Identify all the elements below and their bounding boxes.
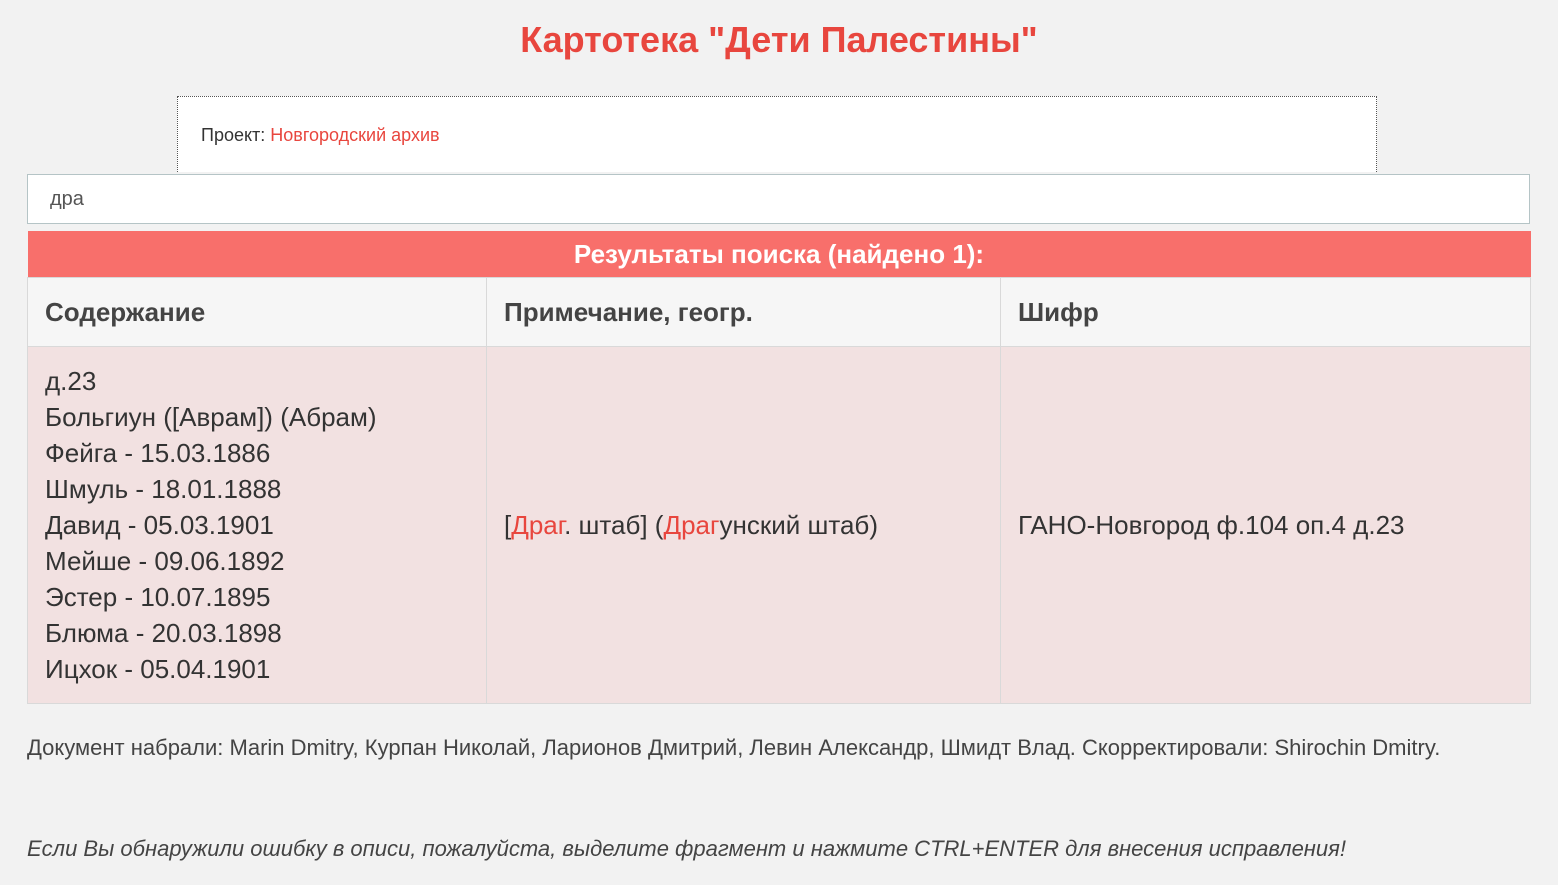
content-line: Давид - 05.03.1901 <box>45 510 274 540</box>
credits-text: Документ набрали: Marin Dmitry, Курпан Н… <box>27 735 1441 760</box>
project-link[interactable]: Новгородский архив <box>270 125 439 145</box>
results-caption: Результаты поиска (найдено 1): <box>27 231 1531 278</box>
content-line: Ицхок - 05.04.1901 <box>45 654 271 684</box>
content-line: Мейше - 09.06.1892 <box>45 546 285 576</box>
cipher-cell: ГАНО-Новгород ф.104 оп.4 д.23 <box>1000 346 1531 704</box>
error-notice: Если Вы обнаружили ошибку в описи, пожал… <box>27 836 1347 861</box>
note-cell: [Драг. штаб] (Драгунский штаб) <box>486 346 1001 704</box>
content-cell: д.23 Больгиун ([Аврам]) (Абрам) Фейга - … <box>27 346 487 704</box>
content-line: Фейга - 15.03.1886 <box>45 438 271 468</box>
content-line: Больгиун ([Аврам]) (Абрам) <box>45 402 377 432</box>
table-row: д.23 Больгиун ([Аврам]) (Абрам) Фейга - … <box>27 346 1531 704</box>
search-input[interactable] <box>27 174 1530 224</box>
search-highlight: Драг <box>511 510 565 540</box>
content-line: Шмуль - 18.01.1888 <box>45 474 282 504</box>
note-text: унский штаб) <box>719 510 878 540</box>
results-table: Результаты поиска (найдено 1): Содержани… <box>27 231 1531 704</box>
project-label: Проект: <box>201 125 271 145</box>
page-title: Картотека "Дети Палестины" <box>520 19 1038 60</box>
note-text: . штаб] ( <box>564 510 664 540</box>
project-box: Проект: Новгородский архив <box>177 96 1377 172</box>
column-header-cipher[interactable]: Шифр <box>1000 277 1531 347</box>
column-header-note[interactable]: Примечание, геогр. <box>486 277 1001 347</box>
search-highlight: Драг <box>663 510 720 540</box>
column-header-content[interactable]: Содержание <box>27 277 487 347</box>
table-header-row: Содержание Примечание, геогр. Шифр <box>27 277 1531 347</box>
content-line: д.23 <box>45 366 97 396</box>
content-line: Блюма - 20.03.1898 <box>45 618 282 648</box>
content-line: Эстер - 10.07.1895 <box>45 582 271 612</box>
